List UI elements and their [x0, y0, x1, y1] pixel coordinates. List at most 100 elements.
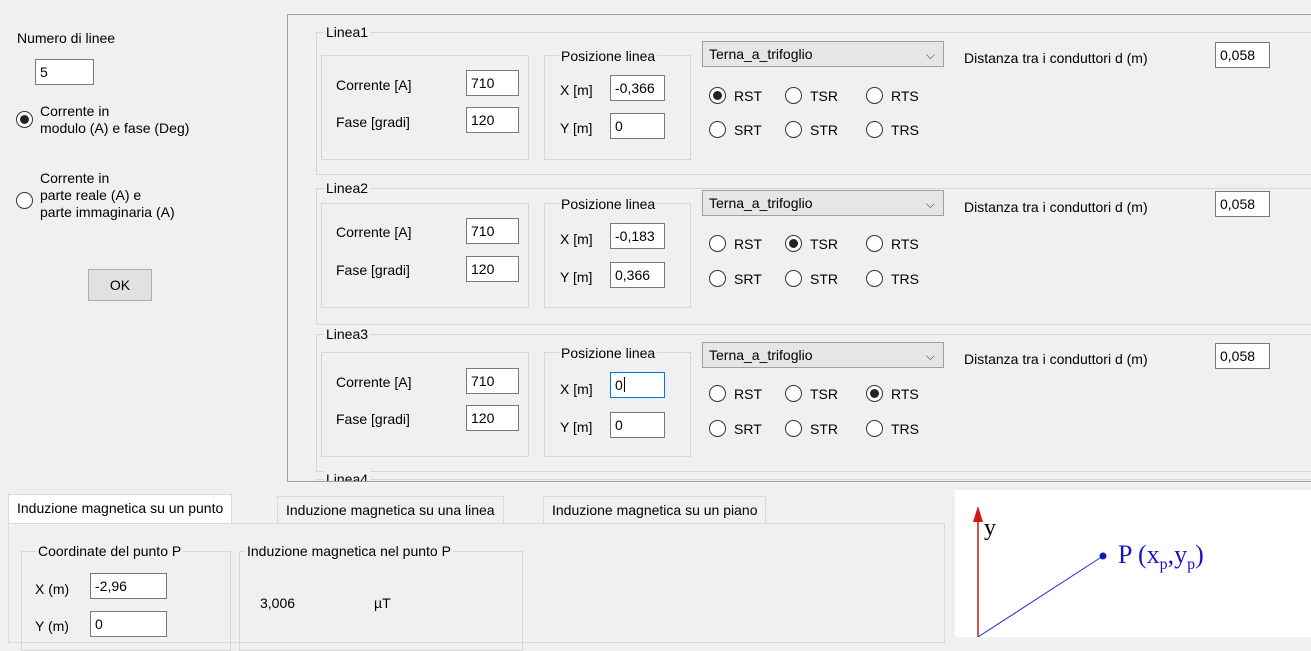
x-input[interactable]: -0,366 — [610, 75, 665, 101]
tab-linea[interactable]: Induzione magnetica su una linea — [277, 496, 504, 524]
y-input[interactable]: 0 — [610, 113, 665, 139]
corrente-input[interactable]: 710 — [466, 70, 519, 96]
y-label: Y [m] — [560, 120, 593, 136]
distanza-input[interactable]: 0,058 — [1215, 343, 1270, 369]
x-input[interactable]: -0,183 — [610, 223, 665, 249]
radio-rst-label: RST — [734, 236, 762, 252]
point-y-input[interactable]: 0 — [90, 611, 167, 637]
corrente-label: Corrente [A] — [336, 374, 412, 390]
corrente-input[interactable]: 710 — [466, 368, 519, 394]
x-value: 0 — [615, 377, 623, 393]
radio-str[interactable] — [785, 270, 802, 287]
point-x-input[interactable]: -2,96 — [90, 573, 167, 599]
radio-trs-label: TRS — [891, 122, 919, 138]
posizione-title: Posizione linea — [559, 196, 658, 212]
radio-rts-label: RTS — [891, 386, 919, 402]
linea-title: Linea2 — [324, 180, 371, 196]
radio-rts[interactable] — [866, 235, 883, 252]
x-label: X [m] — [560, 82, 593, 98]
radio-reale-label-3: parte immaginaria (A) — [40, 204, 175, 220]
radio-reale-label-1: Corrente in — [40, 170, 110, 186]
radio-tsr[interactable] — [785, 385, 802, 402]
radio-srt[interactable] — [709, 270, 726, 287]
fase-label: Fase [gradi] — [336, 411, 410, 427]
tab-piano[interactable]: Induzione magnetica su un piano — [543, 496, 767, 524]
radio-srt-label: SRT — [734, 271, 762, 287]
y-label: Y [m] — [560, 419, 593, 435]
p-comma: ,y — [1167, 540, 1188, 569]
radio-str[interactable] — [785, 420, 802, 437]
radio-rst-label: RST — [734, 88, 762, 104]
fase-input[interactable]: 120 — [466, 107, 519, 133]
point-y-label: Y (m) — [35, 618, 69, 634]
radio-str-label: STR — [810, 122, 838, 138]
configurazione-combo[interactable]: Terna_a_trifoglio ⌵ — [702, 41, 944, 67]
configurazione-combo[interactable]: Terna_a_trifoglio ⌵ — [702, 190, 944, 216]
lines-panel[interactable]: Linea1 Corrente [A] 710 Fase [gradi] 120… — [287, 14, 1311, 482]
corrente-input[interactable]: 710 — [466, 218, 519, 244]
radio-srt-label: SRT — [734, 421, 762, 437]
y-axis-label: y — [984, 515, 996, 541]
radio-modulo-label-2: modulo (A) e fase (Deg) — [40, 120, 190, 136]
radio-srt[interactable] — [709, 121, 726, 138]
radio-rts[interactable] — [866, 87, 883, 104]
radio-trs[interactable] — [866, 420, 883, 437]
p-close: ) — [1195, 540, 1204, 569]
combo-value: Terna_a_trifoglio — [709, 347, 813, 363]
fase-input[interactable]: 120 — [466, 256, 519, 282]
induzione-value: 3,006 — [260, 595, 296, 611]
radio-rts[interactable] — [866, 385, 883, 402]
combo-value: Terna_a_trifoglio — [709, 195, 813, 211]
p-open: (x — [1138, 540, 1160, 569]
radio-str[interactable] — [785, 121, 802, 138]
radio-tsr-label: TSR — [810, 88, 838, 104]
p-sub-x: p — [1159, 556, 1168, 574]
point-vector-line — [977, 555, 1104, 637]
induzione-unit: µT — [374, 595, 391, 611]
radio-str-label: STR — [810, 271, 838, 287]
linea-title: Linea4 — [324, 471, 371, 481]
radio-trs-label: TRS — [891, 271, 919, 287]
linea-4-groupbox: Linea4 — [316, 471, 1311, 481]
fase-input[interactable]: 120 — [466, 405, 519, 431]
p-sub-y: p — [1187, 556, 1196, 574]
radio-trs[interactable] — [866, 121, 883, 138]
tab-punto[interactable]: Induzione magnetica su un punto — [8, 494, 233, 524]
radio-rts-label: RTS — [891, 88, 919, 104]
radio-rst[interactable] — [709, 385, 726, 402]
chevron-down-icon: ⌵ — [925, 349, 935, 363]
radio-tsr[interactable] — [785, 235, 802, 252]
linea-title: Linea3 — [324, 326, 371, 342]
y-input[interactable]: 0,366 — [610, 262, 665, 288]
radio-tsr-label: TSR — [810, 386, 838, 402]
tab-content: Coordinate del punto P X (m) -2,96 Y (m)… — [8, 523, 945, 651]
configurazione-combo[interactable]: Terna_a_trifoglio ⌵ — [702, 342, 944, 368]
posizione-group: Posizione linea — [544, 196, 691, 308]
num-lines-input[interactable]: 5 — [35, 59, 94, 85]
x-input[interactable]: 0 — [610, 372, 665, 398]
radio-tsr[interactable] — [785, 87, 802, 104]
radio-reale-label-2: parte reale (A) e — [40, 187, 142, 203]
radio-rst-label: RST — [734, 386, 762, 402]
radio-modulo-fase[interactable] — [16, 111, 33, 128]
coordinate-title: Coordinate del punto P — [36, 543, 184, 559]
posizione-title: Posizione linea — [559, 345, 658, 361]
induzione-title: Induzione magnetica nel punto P — [245, 543, 453, 559]
chevron-down-icon: ⌵ — [925, 48, 935, 62]
combo-value: Terna_a_trifoglio — [709, 46, 813, 62]
point-p-marker — [1099, 552, 1107, 560]
radio-reale-immaginaria[interactable] — [16, 192, 33, 209]
linea-title: Linea1 — [324, 24, 371, 40]
distanza-input[interactable]: 0,058 — [1215, 42, 1270, 68]
posizione-title: Posizione linea — [559, 48, 658, 64]
radio-trs[interactable] — [866, 270, 883, 287]
radio-srt[interactable] — [709, 420, 726, 437]
radio-rst[interactable] — [709, 87, 726, 104]
point-x-label: X (m) — [35, 581, 70, 597]
text-caret — [623, 377, 625, 392]
y-input[interactable]: 0 — [610, 412, 665, 438]
y-label: Y [m] — [560, 269, 593, 285]
ok-button[interactable]: OK — [88, 269, 152, 301]
distanza-input[interactable]: 0,058 — [1215, 191, 1270, 217]
radio-rst[interactable] — [709, 235, 726, 252]
